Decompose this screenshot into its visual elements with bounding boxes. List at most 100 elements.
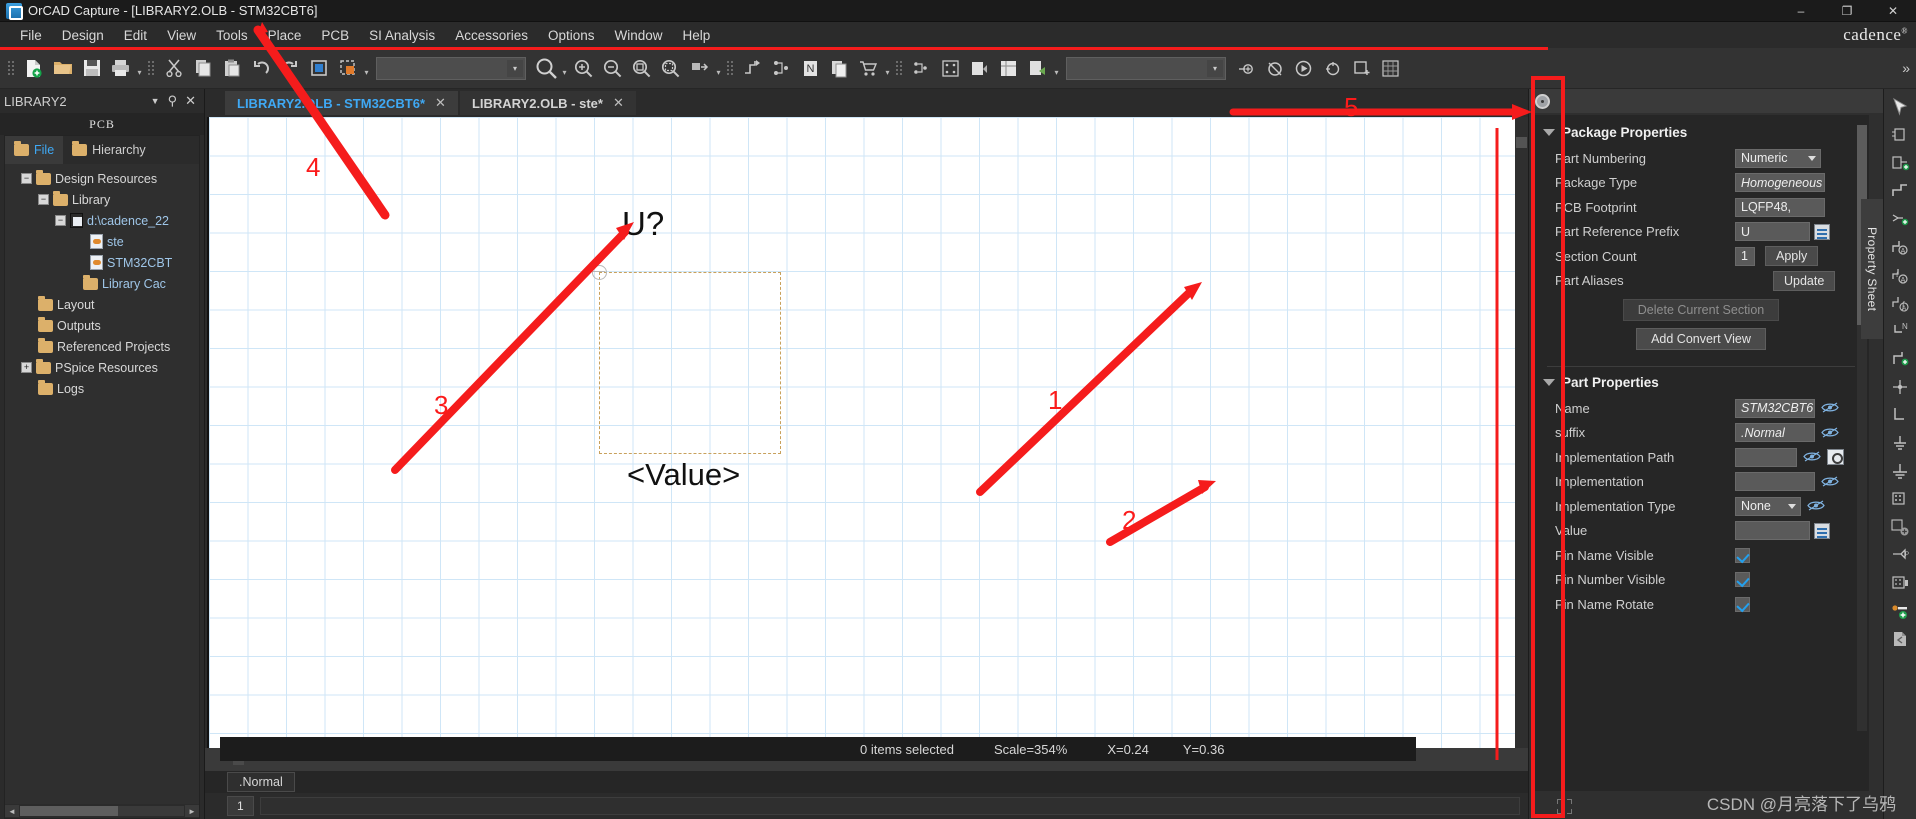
place-port-icon[interactable]	[1886, 401, 1915, 428]
toolbar-grip-3[interactable]	[727, 55, 734, 81]
pin-number-visible-checkbox[interactable]	[1735, 572, 1750, 588]
add-part-icon[interactable]	[1231, 54, 1260, 83]
doc-tab-ste[interactable]: LIBRARY2.OLB - ste* ✕	[459, 91, 636, 115]
tree-item-stm32cbt[interactable]: STM32CBT	[13, 252, 199, 273]
export-dropdown-caret[interactable]: ▾	[1052, 54, 1061, 83]
n-icon[interactable]: N	[796, 54, 825, 83]
cart-dropdown-caret[interactable]: ▾	[883, 54, 892, 83]
row-part-numbering[interactable]: Part Numbering Numeric	[1533, 146, 1869, 171]
zoom-glass-icon[interactable]	[531, 54, 560, 83]
tree-item-library[interactable]: − Library	[13, 189, 199, 210]
undo-part-icon[interactable]	[1260, 54, 1289, 83]
main-toolbar[interactable]: ▾ ▾ ▾ ▾ ▾ N ▾ ▾ ▾ »	[0, 48, 1916, 89]
visibility-eye-icon[interactable]	[1821, 426, 1839, 440]
close-icon[interactable]: ✕	[185, 93, 196, 109]
property-sheet-strip[interactable]: Property Sheet	[1861, 199, 1883, 339]
update-button[interactable]: Update	[1773, 270, 1836, 291]
place-ieee-symbol-icon[interactable]: A	[1886, 233, 1915, 260]
new-sym-icon[interactable]	[1347, 54, 1376, 83]
toolbar-grip-2[interactable]	[148, 55, 155, 81]
toolbar-grip-4[interactable]	[896, 55, 903, 81]
place-pin-icon[interactable]	[1886, 149, 1915, 176]
chevron-down-icon[interactable]	[1788, 503, 1796, 509]
row-pin-number-visible[interactable]: Pin Number Visible	[1533, 568, 1869, 593]
gear-icon[interactable]	[1535, 93, 1550, 109]
place-part-icon[interactable]	[1886, 121, 1915, 148]
expander-icon[interactable]: −	[55, 215, 66, 226]
row-pin-name-rotate[interactable]: Pin Name Rotate	[1533, 592, 1869, 617]
implementation-input[interactable]	[1735, 472, 1815, 492]
property-sheet-toolbar[interactable]	[1529, 89, 1883, 113]
print-dropdown-caret[interactable]: ▾	[135, 54, 144, 83]
place-grid-add-icon[interactable]	[1886, 513, 1915, 540]
close-button[interactable]: ✕	[1870, 0, 1916, 22]
tree-item-logs[interactable]: Logs	[13, 378, 199, 399]
maximize-button[interactable]: ❐	[1824, 0, 1870, 22]
run-icon[interactable]	[1289, 54, 1318, 83]
row-section-count[interactable]: Section Count 1 Apply	[1533, 244, 1869, 269]
menu-item-edit[interactable]: Edit	[114, 25, 157, 46]
menu-item-pcb[interactable]: PCB	[311, 25, 359, 46]
section-part-properties[interactable]: Part Properties	[1533, 371, 1869, 396]
place-pin-grid-icon[interactable]	[1886, 485, 1915, 512]
tree-item-ste[interactable]: ste	[13, 231, 199, 252]
value-input[interactable]	[1735, 521, 1810, 541]
place-ground-icon[interactable]	[1886, 457, 1915, 484]
row-part-reference-prefix[interactable]: Part Reference Prefix U	[1533, 220, 1869, 245]
chevron-down-icon[interactable]	[1543, 379, 1555, 386]
minimize-button[interactable]: –	[1778, 0, 1824, 22]
section-count-input[interactable]: 1	[1735, 246, 1755, 266]
menu-item-design[interactable]: Design	[52, 25, 114, 46]
expander-icon[interactable]: −	[38, 194, 49, 205]
zoom-region-icon[interactable]	[656, 54, 685, 83]
cross-probe-icon[interactable]	[965, 54, 994, 83]
save-icon[interactable]	[77, 54, 106, 83]
menu-item-tools[interactable]: Tools	[206, 25, 258, 46]
toolbar-overflow-button[interactable]: »	[1896, 60, 1916, 76]
row-suffix[interactable]: suffix .Normal	[1533, 421, 1869, 446]
pcb-editor-icon[interactable]	[936, 54, 965, 83]
undo-icon[interactable]	[246, 54, 275, 83]
tree-item-referenced-projects[interactable]: Referenced Projects	[13, 336, 199, 357]
zoom-out-icon[interactable]	[598, 54, 627, 83]
part-body-outline[interactable]	[592, 265, 781, 454]
tree-item-olb-path[interactable]: − d:\cadence_22	[13, 210, 199, 231]
tab-file[interactable]: File	[5, 136, 64, 164]
page-row[interactable]: 1	[205, 793, 1528, 819]
redo-icon[interactable]	[275, 54, 304, 83]
row-package-type[interactable]: Package Type Homogeneous	[1533, 171, 1869, 196]
menu-bar[interactable]: File Design Edit View Tools Place PCB SI…	[0, 22, 1916, 48]
project-tree-hscrollbar[interactable]: ◄ ►	[5, 804, 199, 818]
property-sheet-body[interactable]: Package Properties Part Numbering Numeri…	[1533, 115, 1869, 791]
scroll-right-icon[interactable]: ►	[185, 805, 199, 817]
sheet-tab-normal[interactable]: .Normal	[227, 772, 295, 792]
annotate-icon[interactable]	[685, 54, 714, 83]
zoom-fit-icon[interactable]	[627, 54, 656, 83]
expander-icon[interactable]: +	[21, 362, 32, 373]
pin-name-visible-checkbox[interactable]	[1735, 547, 1750, 563]
copy-icon[interactable]	[188, 54, 217, 83]
place-package-icon[interactable]	[1886, 625, 1915, 652]
design-rules-icon[interactable]	[738, 54, 767, 83]
tree-item-design-resources[interactable]: − Design Resources	[13, 168, 199, 189]
browse-folder-icon[interactable]	[1827, 449, 1844, 466]
row-implementation[interactable]: Implementation	[1533, 470, 1869, 495]
zoom-dropdown-caret[interactable]: ▾	[560, 54, 569, 83]
menu-item-options[interactable]: Options	[538, 25, 605, 46]
select-icon[interactable]	[333, 54, 362, 83]
chevron-down-icon[interactable]: ▾	[507, 59, 523, 77]
netlist-icon[interactable]	[767, 54, 796, 83]
expander-icon[interactable]: −	[21, 173, 32, 184]
menu-item-view[interactable]: View	[157, 25, 206, 46]
schematic-canvas[interactable]: U? <Value>	[207, 117, 1515, 748]
tree-item-outputs[interactable]: Outputs	[13, 315, 199, 336]
row-part-aliases[interactable]: Part Aliases Update	[1533, 269, 1869, 294]
part-numbering-select[interactable]: Numeric	[1735, 148, 1821, 168]
new-file-icon[interactable]	[19, 54, 48, 83]
toolbar-grip[interactable]	[8, 55, 15, 81]
visibility-eye-icon[interactable]	[1807, 499, 1825, 513]
sim-icon[interactable]	[1318, 54, 1347, 83]
row-implementation-type[interactable]: Implementation Type None	[1533, 494, 1869, 519]
document-tabs[interactable]: LIBRARY2.OLB - STM32CBT6* ✕ LIBRARY2.OLB…	[205, 89, 1528, 115]
close-icon[interactable]: ✕	[435, 95, 446, 111]
